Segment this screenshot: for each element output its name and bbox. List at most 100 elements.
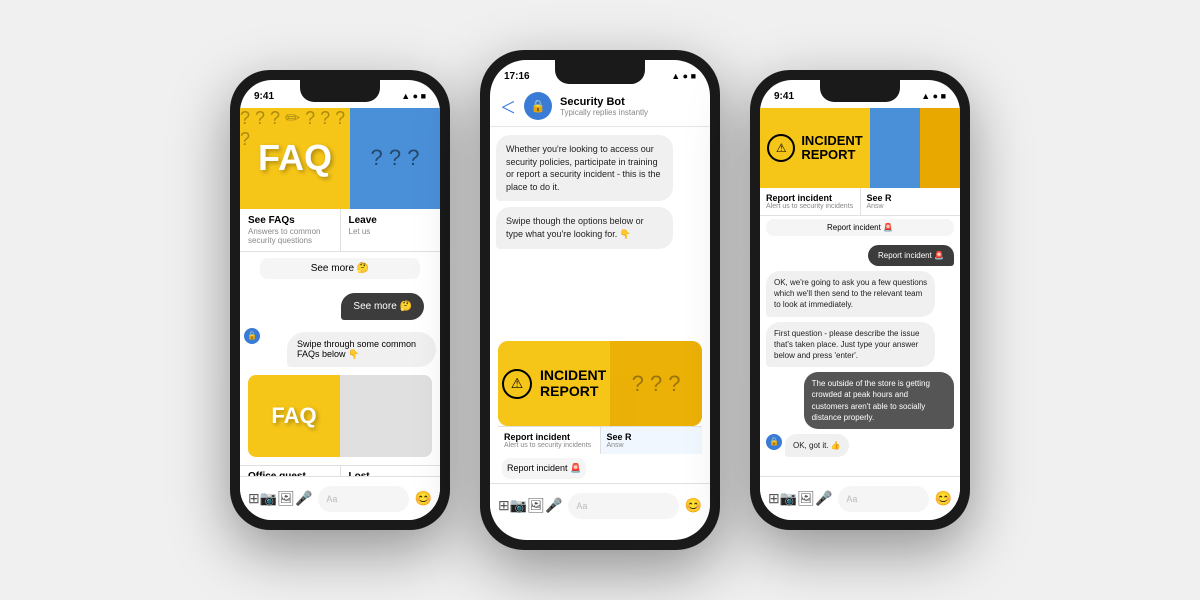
phone-3: 9:41 ▲ ● ■ ⚠ INCIDENT REPORT [750,70,970,530]
faq-card-yellow: ? ? ? ✏ ? ? ? ? FAQ [240,108,350,209]
swipe-faqs-row: 🔒 Swipe through some common FAQs below 👇 [244,328,440,371]
p3-report-sub: Alert us to security incidents [766,203,854,210]
phone1-time: 9:41 [254,91,274,102]
image-icon-3[interactable]: 🖼 [797,490,815,507]
input-placeholder-2: Aa [576,501,587,511]
see-r-sub: Answ [607,442,697,449]
message-input-1[interactable]: Aa [318,486,408,512]
message-input-3[interactable]: Aa [838,486,928,512]
see-faqs-sub: Answers to common security questions [248,227,332,245]
phone2-status-icons: ▲ ● ■ [671,71,696,81]
phone3-time: 9:41 [774,91,794,102]
p3-ok-bubble: OK, got it. 👍 [785,434,849,457]
emoji-icon-3[interactable]: 😊 [935,490,952,507]
p3-report-btn[interactable]: Report incident 🚨 [766,219,954,236]
phone-2: 17:16 ▲ ● ■ ＜ 🔒 Security Bot Typically r… [480,50,720,550]
phone1-bottom-bar: ⊞ 📷 🖼 🎤 Aa 😊 [240,476,440,520]
chat-header: ＜ 🔒 Security Bot Typically replies insta… [490,88,710,127]
inc-blue [870,108,920,188]
bot-avatar-1: 🔒 [244,328,260,344]
report-incident-sub: Alert us to security incidents [504,442,594,449]
mic-icon[interactable]: 🎤 [295,490,312,507]
grid-icon[interactable]: ⊞ [248,490,260,507]
welcome-bubble-2: Swipe though the options below or type w… [496,207,673,248]
emoji-icon-2[interactable]: 😊 [685,497,702,514]
back-button[interactable]: ＜ [500,94,516,118]
faq-label: FAQ [258,137,332,179]
phone3-bottom-bar: ⊞ 📷 🖼 🎤 Aa 😊 [760,476,960,520]
incident-title-l2: REPORT [540,383,598,399]
phone2-time: 17:16 [504,71,530,82]
welcome-text-1: Whether you're looking to access our sec… [506,144,661,192]
see-r-title: See R [607,432,697,442]
phone1-content: ? ? ? ✏ ? ? ? ? FAQ ? ? ? See FAQs Answe… [240,108,440,520]
phone3-notch [820,80,900,102]
see-r-cell: See R Answ [601,427,703,454]
incident-card-left: ⚠ INCIDENT REPORT [498,341,610,426]
faq-card-2-yellow: FAQ [248,375,340,457]
incident-card-bg: ? ? ? [632,371,681,397]
incident-title-l1: INCIDENT [540,367,606,383]
incident-title: INCIDENT REPORT [540,368,606,399]
phone3-bottom-row: Report incident Alert us to security inc… [760,188,960,216]
phone1-status-icons: ▲ ● ■ [401,91,426,101]
chat-avatar: 🔒 [524,92,552,120]
p3-report-title: Report incident [766,193,854,203]
bottom-card-row: Report incident Alert us to security inc… [498,426,702,454]
image-icon[interactable]: 🖼 [277,490,295,507]
see-more-button-1[interactable]: See more 🤔 [260,258,420,279]
p3-user-text-1: Report incident 🚨 [878,251,944,260]
bot-sub: Typically replies instantly [560,108,700,117]
p3-user-msg-2-row: The outside of the store is getting crow… [766,372,954,429]
image-icon-2[interactable]: 🖼 [527,497,545,514]
p3-user-bubble-2: The outside of the store is getting crow… [804,372,954,429]
leave-title: Leave [349,215,433,226]
p3-report-cell: Report incident Alert us to security inc… [760,188,861,215]
message-input-2[interactable]: Aa [568,493,678,519]
faq-label-2: FAQ [271,403,316,429]
faq-carousel-top: ? ? ? ✏ ? ? ? ? FAQ ? ? ? [240,108,440,209]
camera-icon[interactable]: 📷 [260,490,277,507]
inc-title-l1: INCIDENT [801,133,862,148]
chat-info: Security Bot Typically replies instantly [560,96,700,117]
swipe-faqs-text: Swipe through some common FAQs below 👇 [297,339,416,359]
inc-title-l2: REPORT [801,147,855,162]
camera-icon-2[interactable]: 📷 [510,497,527,514]
inc-title: INCIDENT REPORT [801,134,862,163]
leave-cell: Leave Let us [341,209,441,251]
mic-icon-2[interactable]: 🎤 [545,497,562,514]
phone2-chat-body: Whether you're looking to access our sec… [490,127,710,527]
incident-header-card: ⚠ INCIDENT REPORT [760,108,960,188]
phone1-notch [300,80,380,102]
incident-card-container: ⚠ INCIDENT REPORT ? ? ? [494,341,706,483]
welcome-bubble-1: Whether you're looking to access our sec… [496,135,673,201]
p3-bot-avatar: 🔒 [766,434,782,450]
grid-icon-3[interactable]: ⊞ [768,490,780,507]
mic-icon-3[interactable]: 🎤 [815,490,832,507]
phone-1: 9:41 ▲ ● ■ ? ? ? ✏ ? ? ? ? FAQ ? ? ? [230,70,450,530]
see-more-bubble-row: See more 🤔 [240,285,440,328]
camera-icon-3[interactable]: 📷 [780,490,797,507]
p3-ok-text: OK, got it. 👍 [793,441,841,450]
phone3-content: ⚠ INCIDENT REPORT Report incident Alert … [760,108,960,520]
faq-card-blue-bg: ? ? ? [371,145,420,171]
p3-see-cell: See R Answ [861,188,961,215]
phones-container: 9:41 ▲ ● ■ ? ? ? ✏ ? ? ? ? FAQ ? ? ? [0,0,1200,600]
report-btn[interactable]: Report incident 🚨 [502,458,586,479]
report-incident-cell: Report incident Alert us to security inc… [498,427,601,454]
bot-name: Security Bot [560,96,700,108]
faq-carousel-2: FAQ [248,375,432,457]
p3-user-text-2: The outside of the store is getting crow… [812,379,930,422]
emoji-icon[interactable]: 😊 [415,490,432,507]
faq-card-blue: ? ? ? [350,108,440,209]
phone2-notch [555,60,645,84]
see-faqs-cell: See FAQs Answers to common security ques… [240,209,341,251]
report-incident-title: Report incident [504,432,594,442]
see-more-dark-bubble: See more 🤔 [341,293,424,320]
chat-messages: Whether you're looking to access our sec… [490,127,710,341]
p3-user-bubble-1: Report incident 🚨 [868,245,954,266]
p3-see-title: See R [867,193,955,203]
grid-icon-2[interactable]: ⊞ [498,497,510,514]
p3-ok-row: 🔒 OK, got it. 👍 [766,434,954,457]
inc-yellow: ⚠ INCIDENT REPORT [760,108,870,188]
